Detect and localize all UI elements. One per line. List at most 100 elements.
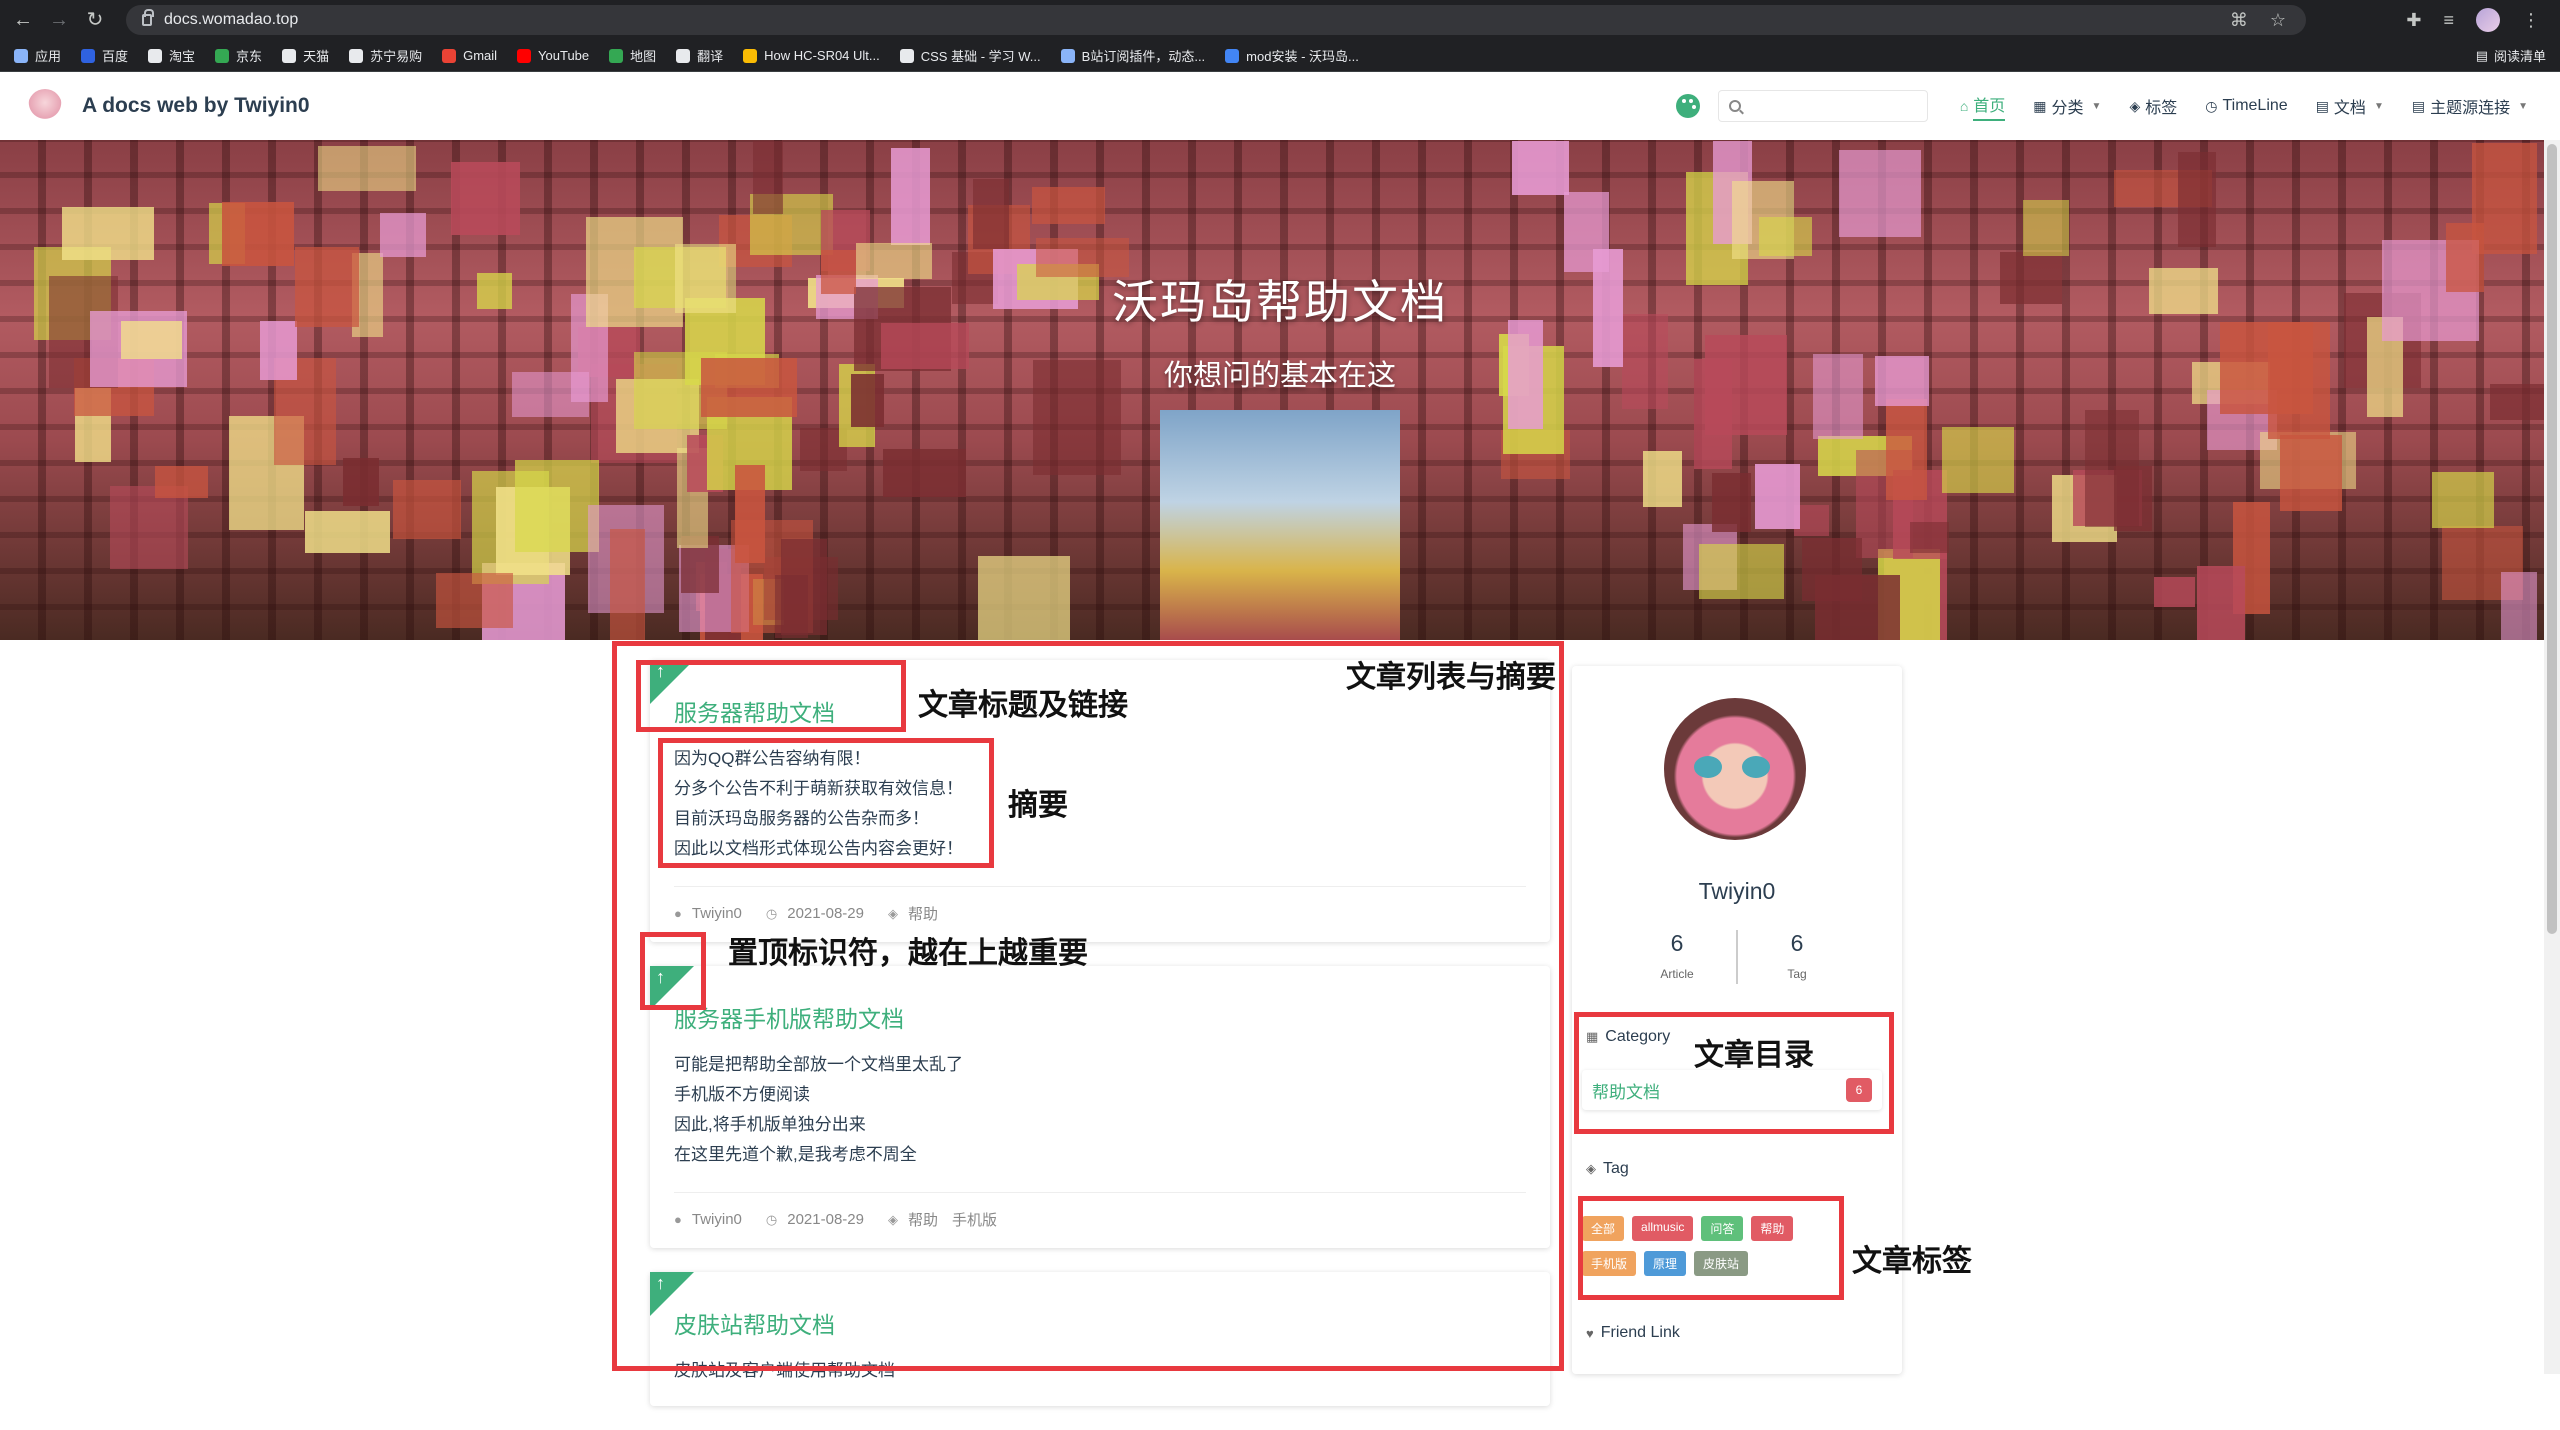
nav-label: 主题源连接 (2430, 100, 2511, 117)
search-box[interactable] (1717, 90, 1928, 122)
annotation-label-sticky: 置顶标识符，越在上越重要 (728, 937, 1088, 970)
hero-texture-block (451, 162, 520, 235)
stat-label: Tag (1787, 967, 1807, 981)
menu-icon[interactable]: ⋮ (2522, 10, 2540, 31)
stat-number: 6 (1790, 930, 1804, 956)
bookmark-item[interactable]: Gmail (442, 48, 497, 63)
home-icon: ⌂ (1959, 98, 1969, 114)
hero-texture-block (2114, 466, 2152, 531)
nav-item[interactable]: ◷ TimeLine (2205, 72, 2287, 140)
bookmark-item[interactable]: 京东 (215, 46, 262, 65)
hero-texture-block (883, 449, 966, 497)
bookmark-label: 京东 (236, 49, 263, 64)
main-nav: ⌂ 首页 ▦ 分类 ▼ ◈ 标签 ◷ TimeLine ▤ 文档 ▼ ▤ 主题源连接 ▼ (1946, 72, 2542, 140)
author-name: Twiyin0 (1698, 878, 1776, 904)
annotation-label-abstract: 摘要 (1008, 789, 1068, 822)
bookmark-item[interactable]: B站订阅插件，动态... (1060, 46, 1206, 65)
search-icon (1728, 100, 1741, 112)
nav-item[interactable]: ◈ 标签 (2129, 72, 2177, 140)
friend-link-label: Friend Link (1600, 1324, 1680, 1341)
annotation-label-category: 文章目录 (1694, 1039, 1814, 1072)
page-scrollbar[interactable] (2544, 140, 2560, 1374)
annotation-box-abstract (658, 738, 994, 868)
reading-list-icon: ▤ (2475, 47, 2488, 63)
hero-texture-block (436, 573, 513, 628)
bookmark-favicon-icon (899, 48, 914, 63)
bookmark-favicon-icon (743, 48, 758, 63)
bookmark-favicon-icon (1060, 48, 1075, 63)
hero-texture-block (1699, 544, 1784, 599)
bookmark-label: B站订阅插件，动态... (1081, 49, 1206, 64)
grid-icon: ▦ (2033, 97, 2047, 114)
translate-icon[interactable]: ⌘ (2230, 10, 2248, 31)
bookmark-favicon-icon (282, 48, 297, 63)
bookmark-item[interactable]: 翻译 (676, 46, 723, 65)
bookmark-label: 百度 (102, 49, 129, 64)
bookmark-item[interactable]: 地图 (609, 46, 656, 65)
stat-tags[interactable]: 6 Tag (1742, 930, 1852, 984)
bookmark-item[interactable]: How HC-SR04 Ult... (743, 48, 880, 63)
nav-item[interactable]: ▦ 分类 ▼ (2033, 72, 2101, 140)
hero-texture-block (1755, 464, 1800, 529)
hero-texture-block (1512, 141, 1569, 195)
bookmark-favicon-icon (148, 48, 163, 63)
bookmark-label: mod安装 - 沃玛岛... (1246, 49, 1359, 64)
media-icon[interactable]: ≡ (2443, 10, 2454, 31)
site-title[interactable]: A docs web by Twiyin0 (82, 94, 310, 118)
hero-texture-block (62, 207, 154, 260)
address-bar[interactable]: docs.womadao.top ⌘ ☆ (126, 5, 2306, 35)
bookmark-item[interactable]: YouTube (517, 48, 589, 63)
hero-subtitle: 你想问的基本在这 (1163, 360, 1396, 392)
nav-item[interactable]: ▤ 主题源连接 ▼ (2412, 72, 2528, 140)
stat-articles[interactable]: 6 Article (1622, 930, 1732, 984)
tag-icon: ◈ (2129, 97, 2141, 114)
search-input[interactable] (1748, 97, 1919, 115)
stat-number: 6 (1670, 930, 1684, 956)
clock-icon: ◷ (2205, 97, 2218, 114)
bookmark-item[interactable]: CSS 基础 - 学习 W... (899, 46, 1041, 65)
author-avatar (1664, 698, 1806, 840)
nav-label: 标签 (2145, 100, 2178, 117)
nav-item[interactable]: ▤ 文档 ▼ (2316, 72, 2384, 140)
stats: 6 Article 6 Tag (1572, 930, 1902, 984)
bookmark-favicon-icon (676, 48, 691, 63)
bookmark-item[interactable]: 百度 (81, 46, 128, 65)
extensions-icon[interactable]: ✚ (2406, 10, 2421, 31)
scrollbar-thumb[interactable] (2547, 144, 2557, 934)
reload-icon[interactable]: ↻ (82, 7, 108, 33)
forward-icon[interactable]: → (46, 7, 72, 33)
site-logo[interactable] (28, 89, 62, 123)
hero-texture-block (1712, 473, 1751, 532)
hero-texture-block (610, 529, 645, 640)
hero-texture-block (515, 460, 599, 552)
bookmark-label: 应用 (35, 49, 62, 64)
bookmark-item[interactable]: 苏宁易购 (349, 46, 422, 65)
profile-avatar[interactable] (2476, 8, 2500, 32)
chevron-down-icon: ▼ (2373, 100, 2384, 112)
hero-texture-block (393, 480, 461, 539)
back-icon[interactable]: ← (10, 7, 36, 33)
hero-texture-block (1942, 427, 2014, 493)
hero-texture-block (753, 141, 783, 214)
nav-item[interactable]: ⌂ 首页 (1959, 72, 2006, 140)
reading-list-button[interactable]: ▤ 阅读清单 (2476, 46, 2546, 65)
bookmark-star-icon[interactable]: ☆ (2270, 10, 2286, 31)
bookmark-favicon-icon (81, 48, 96, 63)
stat-label: Article (1660, 967, 1694, 981)
hero-banner: 沃玛岛帮助文档 你想问的基本在这 (0, 140, 2560, 640)
hero-texture-block (222, 202, 294, 266)
tag-icon: ◈ (1586, 1161, 1596, 1176)
bookmark-item[interactable]: 天猫 (282, 46, 329, 65)
bookmark-item[interactable]: mod安装 - 沃玛岛... (1225, 46, 1359, 65)
hero-texture-block (1032, 187, 1105, 224)
hero-texture-block (891, 148, 930, 245)
bookmark-item[interactable]: 应用 (14, 46, 61, 65)
bookmarks-bar: 应用 百度 淘宝 京东 天猫 苏宁易购 Gmail YouTube 地图 翻译 How HC-SR0… (0, 40, 2560, 72)
bookmark-item[interactable]: 淘宝 (148, 46, 195, 65)
hero-texture-block (318, 146, 416, 191)
bookmark-label: 苏宁易购 (370, 49, 423, 64)
bookmark-label: How HC-SR04 Ult... (764, 48, 880, 63)
hero-texture-block (2280, 435, 2342, 511)
bookmark-favicon-icon (215, 48, 230, 63)
palette-icon[interactable] (1675, 94, 1700, 118)
